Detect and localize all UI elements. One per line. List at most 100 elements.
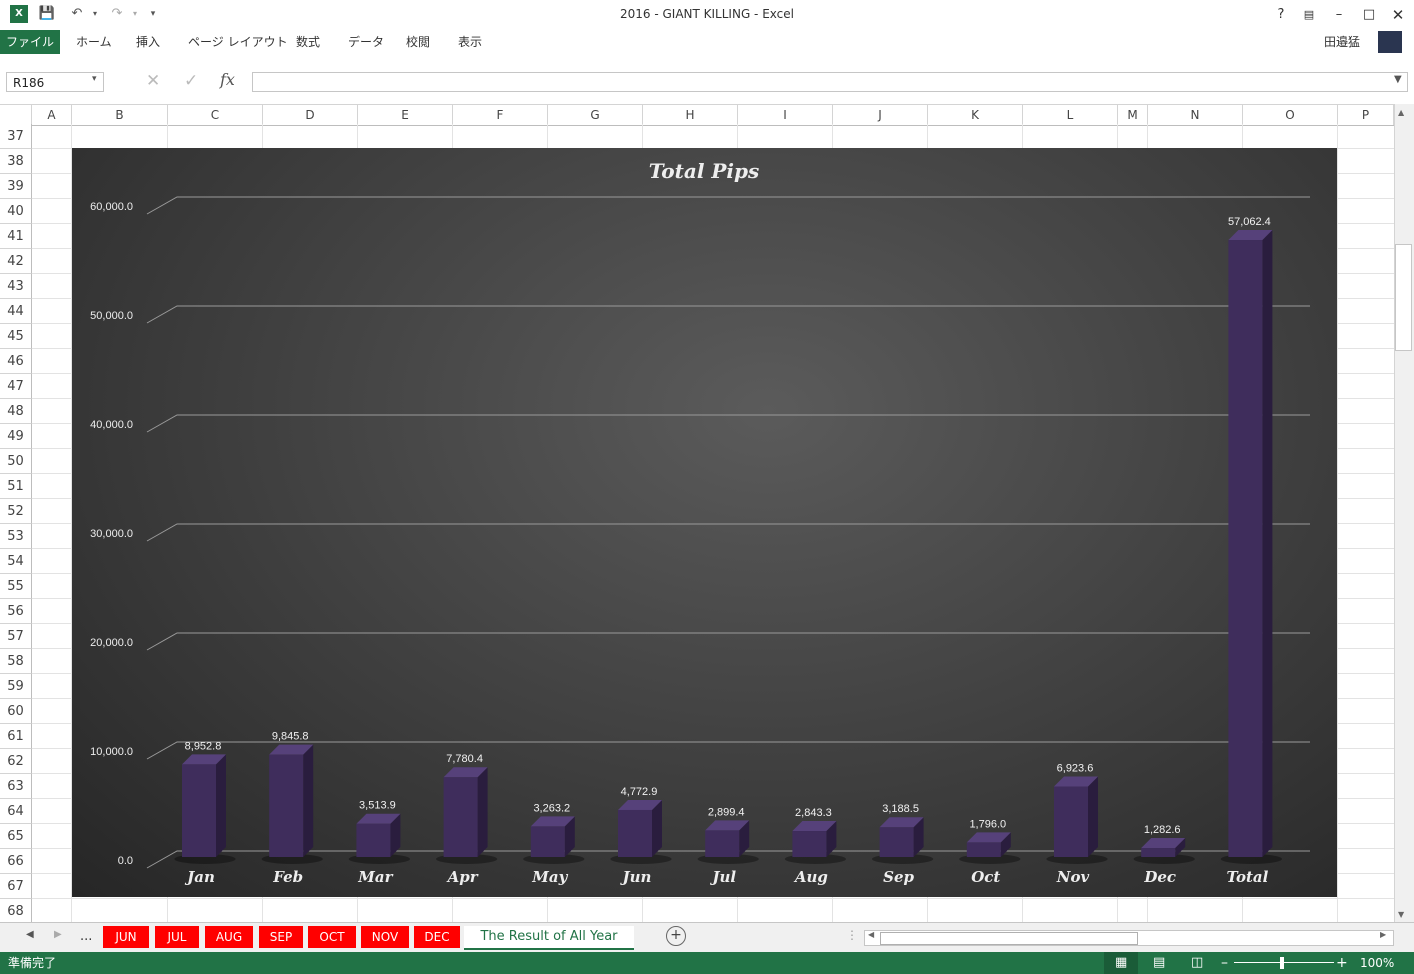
row-header-56[interactable]: 56 xyxy=(0,599,32,624)
scroll-down-icon[interactable]: ▼ xyxy=(1398,910,1404,919)
scroll-left-icon[interactable]: ◀ xyxy=(868,930,874,939)
tab-file[interactable]: ファイル xyxy=(0,30,60,54)
row-header-43[interactable]: 43 xyxy=(0,274,32,299)
column-header-e[interactable]: E xyxy=(358,105,453,125)
zoom-level[interactable]: 100% xyxy=(1360,952,1394,974)
column-header-m[interactable]: M xyxy=(1118,105,1148,125)
row-header-38[interactable]: 38 xyxy=(0,149,32,174)
row-header-59[interactable]: 59 xyxy=(0,674,32,699)
row-header-61[interactable]: 61 xyxy=(0,724,32,749)
sheet-tab-nov[interactable]: NOV xyxy=(361,926,409,948)
row-header-42[interactable]: 42 xyxy=(0,249,32,274)
avatar[interactable] xyxy=(1378,31,1402,53)
scroll-up-icon[interactable]: ▲ xyxy=(1398,108,1404,117)
expand-formula-icon[interactable]: ▼ xyxy=(1394,74,1402,85)
vertical-scroll-thumb[interactable] xyxy=(1395,244,1412,351)
row-header-47[interactable]: 47 xyxy=(0,374,32,399)
select-all-corner[interactable] xyxy=(0,105,32,125)
row-header-49[interactable]: 49 xyxy=(0,424,32,449)
row-header-63[interactable]: 63 xyxy=(0,774,32,799)
row-header-64[interactable]: 64 xyxy=(0,799,32,824)
column-header-g[interactable]: G xyxy=(548,105,643,125)
scroll-right-icon[interactable]: ▶ xyxy=(1380,930,1386,939)
row-header-50[interactable]: 50 xyxy=(0,449,32,474)
row-header-66[interactable]: 66 xyxy=(0,849,32,874)
column-header-a[interactable]: A xyxy=(32,105,72,125)
row-header-67[interactable]: 67 xyxy=(0,874,32,899)
row-header-62[interactable]: 62 xyxy=(0,749,32,774)
row-header-68[interactable]: 68 xyxy=(0,899,32,924)
formula-input[interactable] xyxy=(252,72,1408,92)
zoom-out-icon[interactable]: – xyxy=(1221,952,1228,974)
enter-icon[interactable]: ✓ xyxy=(184,71,198,91)
page-break-view-icon[interactable]: ◫ xyxy=(1191,952,1203,974)
column-header-b[interactable]: B xyxy=(72,105,168,125)
column-header-i[interactable]: I xyxy=(738,105,833,125)
zoom-slider[interactable] xyxy=(1234,962,1334,963)
insert-function-icon[interactable]: fx xyxy=(220,70,235,89)
row-header-52[interactable]: 52 xyxy=(0,499,32,524)
column-header-n[interactable]: N xyxy=(1148,105,1243,125)
horizontal-scroll-thumb[interactable] xyxy=(880,932,1138,945)
sheet-tab-dec[interactable]: DEC xyxy=(414,926,460,948)
zoom-slider-thumb[interactable] xyxy=(1280,957,1284,969)
maximize-icon[interactable]: □ xyxy=(1358,5,1380,25)
minimize-icon[interactable]: – xyxy=(1328,5,1350,25)
row-header-48[interactable]: 48 xyxy=(0,399,32,424)
row-header-57[interactable]: 57 xyxy=(0,624,32,649)
column-header-p[interactable]: P xyxy=(1338,105,1394,125)
column-header-h[interactable]: H xyxy=(643,105,738,125)
row-header-44[interactable]: 44 xyxy=(0,299,32,324)
page-layout-view-icon[interactable]: ▤ xyxy=(1153,952,1165,974)
sheet-tab-oct[interactable]: OCT xyxy=(308,926,356,948)
tab-review[interactable]: 校閲 xyxy=(400,30,436,54)
column-header-l[interactable]: L xyxy=(1023,105,1118,125)
vertical-scrollbar[interactable] xyxy=(1394,104,1414,924)
total-pips-chart[interactable]: Total Pips 0.0 10,000.0 20,000.0 30,000.0 40,… xyxy=(72,148,1337,897)
column-header-o[interactable]: O xyxy=(1243,105,1338,125)
help-icon[interactable]: ? xyxy=(1270,5,1292,25)
row-header-53[interactable]: 53 xyxy=(0,524,32,549)
user-name[interactable]: 田邉猛 xyxy=(1318,30,1366,54)
column-header-d[interactable]: D xyxy=(263,105,358,125)
tab-scroll-left-icon[interactable]: ◀ xyxy=(26,929,34,940)
column-header-c[interactable]: C xyxy=(168,105,263,125)
row-header-37[interactable]: 37 xyxy=(0,124,32,149)
tab-scroll-right-icon[interactable]: ▶ xyxy=(54,929,62,940)
row-header-58[interactable]: 58 xyxy=(0,649,32,674)
tab-insert[interactable]: 挿入 xyxy=(130,30,166,54)
row-header-51[interactable]: 51 xyxy=(0,474,32,499)
ribbon-display-icon[interactable]: ▤ xyxy=(1298,5,1320,25)
tab-formulas[interactable]: 数式 xyxy=(290,30,326,54)
column-header-f[interactable]: F xyxy=(453,105,548,125)
tab-split-handle[interactable]: ⋮ xyxy=(846,928,858,942)
column-header-j[interactable]: J xyxy=(833,105,928,125)
close-icon[interactable]: ✕ xyxy=(1387,5,1409,25)
column-header-k[interactable]: K xyxy=(928,105,1023,125)
new-sheet-icon[interactable]: + xyxy=(666,926,686,946)
tab-page-layout[interactable]: ページ レイアウト xyxy=(182,30,294,54)
zoom-in-icon[interactable]: + xyxy=(1336,952,1348,974)
cancel-icon[interactable]: ✕ xyxy=(146,71,160,91)
sheet-tab-result-all-year[interactable]: The Result of All Year xyxy=(464,926,634,950)
more-sheets-button[interactable]: ... xyxy=(80,929,92,944)
row-header-55[interactable]: 55 xyxy=(0,574,32,599)
row-header-46[interactable]: 46 xyxy=(0,349,32,374)
bar-side-jun xyxy=(652,799,662,857)
tab-home[interactable]: ホーム xyxy=(70,30,118,54)
row-header-40[interactable]: 40 xyxy=(0,199,32,224)
row-header-65[interactable]: 65 xyxy=(0,824,32,849)
tab-data[interactable]: データ xyxy=(342,30,390,54)
sheet-tab-jun[interactable]: JUN xyxy=(103,926,149,948)
row-header-45[interactable]: 45 xyxy=(0,324,32,349)
tab-view[interactable]: 表示 xyxy=(452,30,488,54)
row-header-60[interactable]: 60 xyxy=(0,699,32,724)
sheet-tab-aug[interactable]: AUG xyxy=(205,926,253,948)
row-header-41[interactable]: 41 xyxy=(0,224,32,249)
name-box[interactable]: R186 xyxy=(6,72,104,92)
row-header-54[interactable]: 54 xyxy=(0,549,32,574)
sheet-tab-sep[interactable]: SEP xyxy=(259,926,303,948)
name-box-dropdown-icon[interactable]: ▾ xyxy=(92,74,97,84)
row-header-39[interactable]: 39 xyxy=(0,174,32,199)
sheet-tab-jul[interactable]: JUL xyxy=(155,926,199,948)
